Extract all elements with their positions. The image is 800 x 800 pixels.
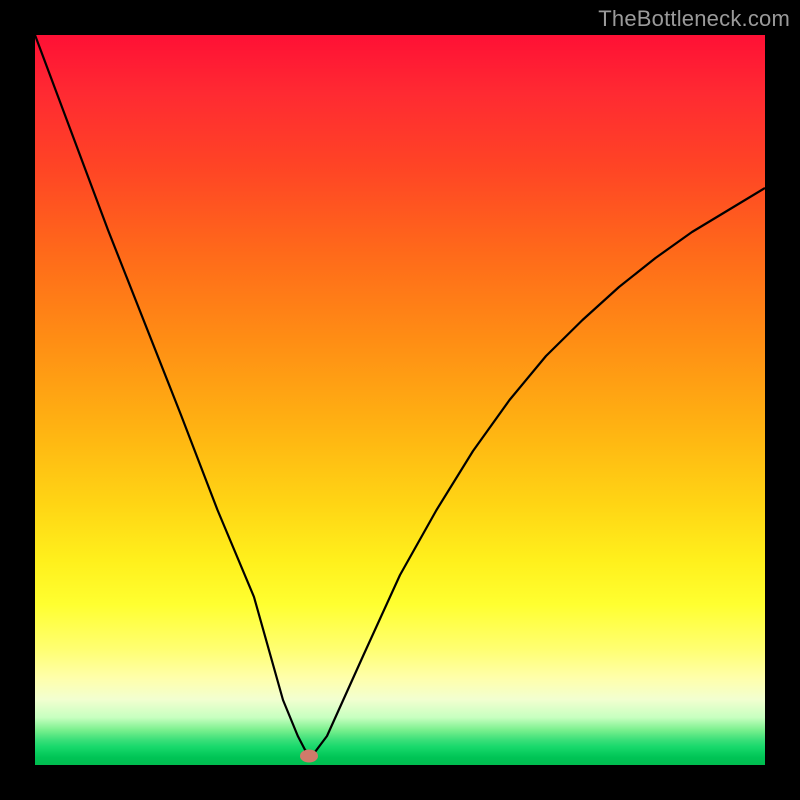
- optimal-point-marker: [300, 750, 318, 763]
- watermark-text: TheBottleneck.com: [598, 6, 790, 32]
- bottleneck-curve-path: [35, 35, 765, 756]
- plot-area: [35, 35, 765, 765]
- chart-frame: TheBottleneck.com: [0, 0, 800, 800]
- curve-svg: [35, 35, 765, 765]
